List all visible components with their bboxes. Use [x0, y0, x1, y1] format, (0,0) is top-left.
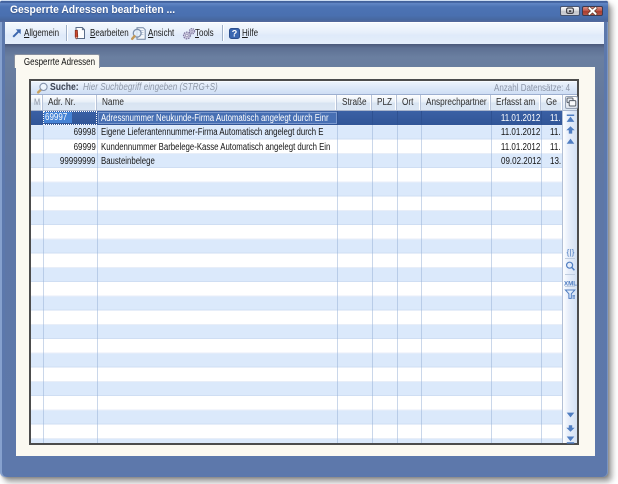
svg-text:{|}: {|}: [567, 247, 575, 257]
svg-text:?: ?: [231, 28, 237, 38]
